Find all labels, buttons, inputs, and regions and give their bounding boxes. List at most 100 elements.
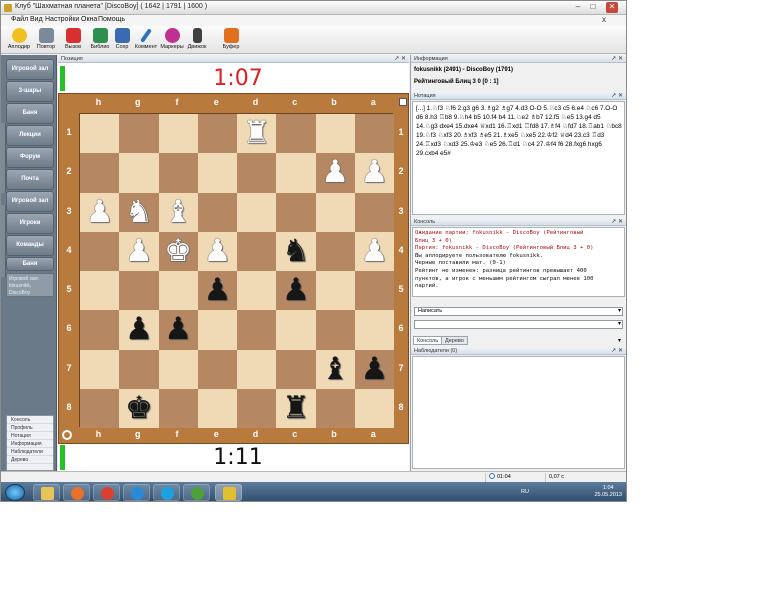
game-thumbnail[interactable]: Игровой зал: fokusnikk, DiscoBoy [6, 273, 54, 297]
board-square-c1[interactable] [276, 114, 316, 154]
board-square-d4[interactable] [237, 231, 277, 271]
system-clock[interactable]: 1:04 25.05.2013 [594, 485, 622, 499]
board-square-h5[interactable] [80, 271, 120, 311]
chess-piece-d1[interactable]: ♜ [237, 114, 276, 153]
sidebar-panel-profile[interactable]: Профиль [7, 424, 53, 432]
chess-piece-h3[interactable]: ♟ [80, 193, 119, 232]
chess-piece-g4[interactable]: ♟ [119, 232, 158, 271]
sidebar-item-game-hall[interactable]: Игровой зал [6, 59, 54, 80]
save-button[interactable]: Сохр [109, 27, 135, 53]
chess-piece-e5[interactable]: ♟ [198, 271, 237, 310]
board-square-g5[interactable] [119, 271, 159, 311]
taskbar-explorer[interactable] [33, 484, 60, 501]
chess-piece-g6[interactable]: ♟ [119, 310, 158, 349]
board-square-h7[interactable] [80, 349, 120, 389]
sidebar-panel-tree[interactable]: Дерево [7, 456, 53, 464]
board-square-f7[interactable] [158, 349, 198, 389]
chess-piece-a2[interactable]: ♟ [355, 153, 394, 192]
buffer-button[interactable]: Буфер [218, 27, 244, 53]
chess-piece-e4[interactable]: ♟ [198, 232, 237, 271]
board-square-a6[interactable] [354, 310, 394, 350]
minimize-button[interactable]: – [572, 2, 584, 13]
chess-piece-c5[interactable]: ♟ [276, 271, 315, 310]
chess-piece-c4[interactable]: ♞ [276, 232, 315, 271]
sidebar-item-lectures[interactable]: Лекции [6, 125, 54, 146]
maximize-button[interactable]: □ [587, 2, 599, 13]
board-square-h4[interactable] [80, 231, 120, 271]
chess-board[interactable]: ♜ ♟ ♟ ♟ ♞ ♝ ♟ ♚ ♟ ♞ ♟ ♟ ♟ ♟ ♟ ♝ ♟ ♚ ♜ [79, 113, 394, 428]
console-panel-controls[interactable]: ↗ ✕ [611, 218, 623, 226]
menu-help[interactable]: Помощь [98, 16, 125, 23]
sidebar-item-forum[interactable]: Форум [6, 147, 54, 168]
board-square-b5[interactable] [315, 271, 355, 311]
taskbar-chrome[interactable] [93, 484, 120, 501]
board-square-e2[interactable] [197, 153, 237, 193]
board-square-c2[interactable] [276, 153, 316, 193]
chess-piece-c8[interactable]: ♜ [276, 389, 315, 428]
sidebar-panel-notation[interactable]: Нотация [7, 432, 53, 440]
sidebar-item-banya[interactable]: Баня [6, 103, 54, 124]
tab-tree[interactable]: Дерево [441, 336, 468, 345]
console-mode-select[interactable]: Написать ▾ [414, 307, 623, 316]
board-square-e6[interactable] [197, 310, 237, 350]
chess-piece-g8[interactable]: ♚ [119, 389, 158, 428]
taskbar-chess-planet[interactable] [215, 484, 242, 501]
watchers-list[interactable] [412, 356, 625, 469]
board-square-g1[interactable] [119, 114, 159, 154]
challenge-button[interactable]: Вызов [60, 27, 86, 53]
notation-box[interactable]: [...] 1.♘f3 ♘f6 2.g3 g6 3.♗g2 ♗g7 4.d3 O… [412, 101, 625, 215]
board-square-e3[interactable] [197, 192, 237, 232]
board-square-b1[interactable] [315, 114, 355, 154]
board-square-d6[interactable] [237, 310, 277, 350]
board-square-f1[interactable] [158, 114, 198, 154]
menu-close-button[interactable]: x [602, 15, 606, 24]
chess-piece-a7[interactable]: ♟ [355, 350, 394, 389]
console-output[interactable]: Ожидание партии: fokusnikk - DiscoBoy (Р… [412, 227, 625, 297]
board-square-h8[interactable] [80, 388, 120, 428]
board-square-f5[interactable] [158, 271, 198, 311]
chess-piece-a4[interactable]: ♟ [355, 232, 394, 271]
menu-file[interactable]: Файл [11, 16, 28, 23]
tab-console[interactable]: Консоль [413, 336, 443, 345]
board-square-d5[interactable] [237, 271, 277, 311]
board-square-c7[interactable] [276, 349, 316, 389]
markers-button[interactable]: Маркеры [159, 27, 185, 53]
menu-view[interactable]: Вид [30, 16, 43, 23]
chess-piece-f6[interactable]: ♟ [159, 310, 198, 349]
board-square-a3[interactable] [354, 192, 394, 232]
board-square-a5[interactable] [354, 271, 394, 311]
repeat-button[interactable]: Повтор [33, 27, 59, 53]
comment-button[interactable]: Коммент [133, 27, 159, 53]
board-square-d8[interactable] [237, 388, 277, 428]
sidebar-item-game-hall-2[interactable]: Игровой зал [6, 191, 54, 212]
sidebar-panel-info[interactable]: Информация [7, 440, 53, 448]
language-indicator[interactable]: RU [521, 489, 529, 495]
taskbar-firefox[interactable] [63, 484, 90, 501]
board-square-h6[interactable] [80, 310, 120, 350]
engine-button[interactable]: Движок [184, 27, 210, 53]
board-square-f8[interactable] [158, 388, 198, 428]
sidebar-item-3-shary[interactable]: 3-шары [6, 81, 54, 102]
board-square-d7[interactable] [237, 349, 277, 389]
taskbar-skype[interactable] [153, 484, 180, 501]
board-square-b6[interactable] [315, 310, 355, 350]
flip-board-icon[interactable] [62, 430, 72, 440]
chess-piece-b7[interactable]: ♝ [316, 350, 355, 389]
board-square-e7[interactable] [197, 349, 237, 389]
chess-piece-f3[interactable]: ♝ [159, 193, 198, 232]
sidebar-panel-watchers[interactable]: Наблюдатели [7, 448, 53, 456]
board-square-h2[interactable] [80, 153, 120, 193]
board-square-b8[interactable] [315, 388, 355, 428]
sidebar-panel-console[interactable]: Консоль [7, 416, 53, 424]
board-square-f2[interactable] [158, 153, 198, 193]
applaud-button[interactable]: Аплодир [6, 27, 32, 53]
board-square-c3[interactable] [276, 192, 316, 232]
notation-panel-controls[interactable]: ↗ ✕ [611, 92, 623, 100]
close-window-button[interactable]: ✕ [606, 2, 618, 13]
chess-piece-g3[interactable]: ♞ [119, 193, 158, 232]
board-square-g2[interactable] [119, 153, 159, 193]
board-square-a8[interactable] [354, 388, 394, 428]
start-button[interactable] [5, 484, 25, 501]
board-square-b3[interactable] [315, 192, 355, 232]
sidebar-item-teams[interactable]: Команды [6, 235, 54, 256]
